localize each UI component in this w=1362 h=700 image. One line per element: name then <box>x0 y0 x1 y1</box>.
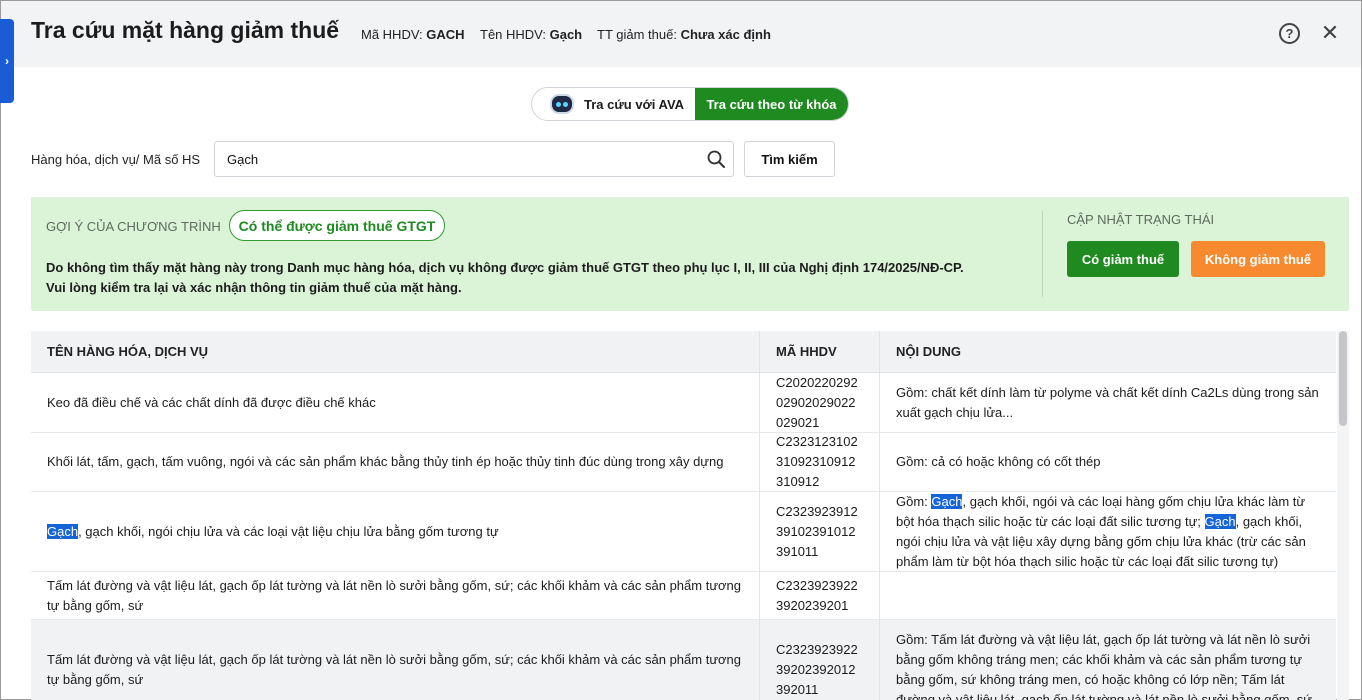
table-row[interactable]: Tấm lát đường và vật liệu lát, gạch ốp l… <box>31 620 1336 700</box>
suggestion-badge: Có thể được giảm thuế GTGT <box>229 210 445 241</box>
suggestion-divider <box>1042 211 1043 297</box>
dialog-header: Tra cứu mặt hàng giảm thuế Mã HHDV: GACH… <box>1 1 1361 67</box>
meta-tax-status: TT giảm thuế: Chưa xác định <box>597 27 771 42</box>
suggestion-message-line1: Do không tìm thấy mặt hàng này trong Dan… <box>46 260 964 275</box>
meta-code: Mã HHDV: GACH <box>361 27 465 42</box>
search-mode-toggle: Tra cứu với AVA Tra cứu theo từ khóa <box>531 87 849 121</box>
suggestion-panel: GỢI Ý CỦA CHƯƠNG TRÌNH Có thể được giảm … <box>31 197 1349 311</box>
cell-content: Gồm: Gạch, gạch khối, ngói và các loại h… <box>896 493 1306 569</box>
search-label: Hàng hóa, dịch vụ/ Mã số HS <box>31 152 201 167</box>
cell-code: C2323123102 31092310912 310912 <box>760 433 880 491</box>
help-icon[interactable]: ? <box>1279 23 1300 44</box>
ava-bot-icon <box>550 94 574 114</box>
status-update-label: CẬP NHẬT TRẠNG THÁI <box>1067 212 1215 227</box>
table-header: TÊN HÀNG HÓA, DỊCH VỤ MÃ HHDV NỘI DUNG <box>31 331 1336 373</box>
tax-reduced-button[interactable]: Có giảm thuế <box>1067 241 1179 277</box>
tab-search-with-ava[interactable]: Tra cứu với AVA <box>532 88 695 120</box>
column-header-name[interactable]: TÊN HÀNG HÓA, DỊCH VỤ <box>31 331 760 372</box>
dialog-title: Tra cứu mặt hàng giảm thuế <box>31 17 340 43</box>
table-scrollbar[interactable] <box>1337 331 1349 700</box>
close-icon[interactable]: ✕ <box>1319 22 1341 44</box>
meta-name: Tên HHDV: Gạch <box>480 27 583 42</box>
cell-name: Khối lát, tấm, gạch, tấm vuông, ngói và … <box>31 433 760 491</box>
column-header-content[interactable]: NỘI DUNG <box>880 331 1336 372</box>
search-match-highlight: Gạch <box>1204 513 1236 529</box>
cell-name: Tấm lát đường và vật liệu lát, gạch ốp l… <box>31 572 760 619</box>
suggestion-message-line2: Vui lòng kiểm tra lại và xác nhận thông … <box>46 280 462 295</box>
column-header-code[interactable]: MÃ HHDV <box>760 331 880 372</box>
table-row[interactable]: Khối lát, tấm, gạch, tấm vuông, ngói và … <box>31 433 1336 492</box>
table-row[interactable]: Gạch, gạch khối, ngói chịu lửa và các lo… <box>31 492 1336 572</box>
cell-code: C2323923922 39202392012 392011 <box>760 620 880 700</box>
scrollbar-thumb[interactable] <box>1339 331 1347 426</box>
cell-code: C2323923912 39102391012 391011 <box>760 492 880 571</box>
search-match-highlight: Gạch <box>47 523 79 539</box>
table-row[interactable]: Tấm lát đường và vật liệu lát, gạch ốp l… <box>31 572 1336 620</box>
side-panel-toggle[interactable]: › <box>0 19 14 103</box>
cell-content: Gồm: Tấm lát đường và vật liệu lát, gạch… <box>896 631 1312 700</box>
cell-name: Keo đã điều chế và các chất dính đã được… <box>31 373 760 432</box>
cell-content: Gồm: cả có hoặc không có cốt thép <box>896 454 1101 469</box>
cell-content: Gồm: chất kết dính làm từ polyme và chất… <box>896 384 1319 420</box>
not-tax-reduced-button[interactable]: Không giảm thuế <box>1191 241 1325 277</box>
search-button[interactable]: Tìm kiếm <box>744 141 835 177</box>
search-input[interactable] <box>215 142 695 176</box>
suggestion-label: GỢI Ý CỦA CHƯƠNG TRÌNH <box>46 219 221 234</box>
results-table: TÊN HÀNG HÓA, DỊCH VỤ MÃ HHDV NỘI DUNG K… <box>31 331 1336 700</box>
cell-code: C2323923922 3920239201 <box>760 572 880 619</box>
tab-search-by-keyword[interactable]: Tra cứu theo từ khóa <box>695 88 848 120</box>
search-match-highlight: Gạch <box>931 493 963 509</box>
table-row[interactable]: Keo đã điều chế và các chất dính đã được… <box>31 373 1336 433</box>
chevron-right-icon: › <box>5 54 9 68</box>
cell-code: C2020220292 02902029022 029021 <box>760 373 880 432</box>
search-icon[interactable] <box>707 150 725 168</box>
search-box <box>214 141 734 177</box>
cell-name: Gạch, gạch khối, ngói chịu lửa và các lo… <box>31 492 760 571</box>
cell-content <box>880 572 1336 619</box>
cell-name: Tấm lát đường và vật liệu lát, gạch ốp l… <box>31 620 760 700</box>
